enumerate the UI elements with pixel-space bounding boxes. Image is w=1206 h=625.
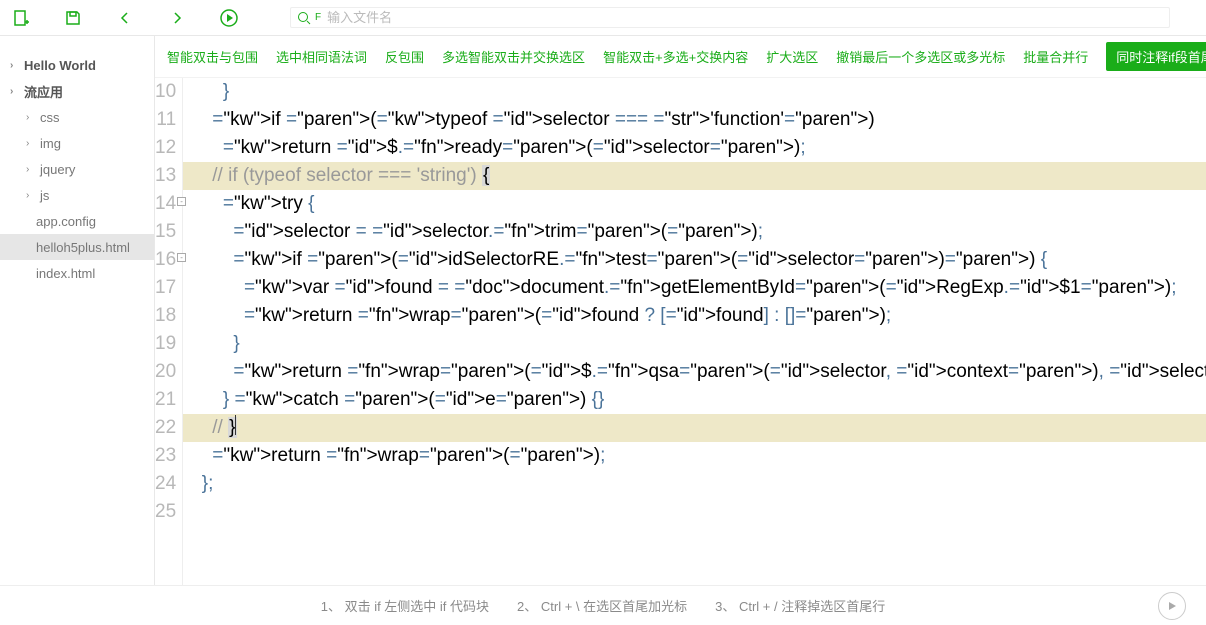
code-lines[interactable]: } ="kw">if ="paren">(="kw">typeof ="id">… [183, 78, 1206, 585]
tree-label: css [40, 110, 60, 125]
code-editor[interactable]: 1011121314-1516-171819202122232425 } ="k… [155, 78, 1206, 585]
tree-label: Hello World [24, 58, 96, 73]
new-file-icon[interactable] [10, 7, 32, 29]
tree-folder-css[interactable]: ›css [0, 104, 154, 130]
tree-folder-jquery[interactable]: ›jquery [0, 156, 154, 182]
tree-label: helloh5plus.html [36, 240, 130, 255]
tree-label: index.html [36, 266, 95, 281]
tree-label: 流应用 [24, 82, 63, 101]
action-join-lines[interactable]: 批量合并行 [1023, 47, 1088, 66]
action-unwrap[interactable]: 反包围 [385, 47, 424, 66]
tip-2: 2、 Ctrl + \ 在选区首尾加光标 [517, 596, 687, 615]
save-icon[interactable] [62, 7, 84, 29]
play-button[interactable] [1158, 592, 1186, 620]
action-undo-multi[interactable]: 撤销最后一个多选区或多光标 [836, 47, 1005, 66]
file-search[interactable]: F [290, 7, 1170, 28]
tree-label: app.config [36, 214, 96, 229]
action-comment-if[interactable]: 同时注释if段首尾 [1106, 42, 1206, 71]
action-bar: 智能双击与包围 选中相同语法词 反包围 多选智能双击并交换选区 智能双击+多选+… [155, 36, 1206, 78]
tree-label: img [40, 136, 61, 151]
tree-folder-js[interactable]: ›js [0, 182, 154, 208]
action-multi-swap[interactable]: 多选智能双击并交换选区 [442, 47, 585, 66]
editor-pane: 智能双击与包围 选中相同语法词 反包围 多选智能双击并交换选区 智能双击+多选+… [155, 36, 1206, 585]
file-tree: ›Hello World ›流应用 ›css ›img ›jquery ›js … [0, 36, 155, 585]
tip-3: 3、 Ctrl + / 注释掉选区首尾行 [715, 596, 885, 615]
tree-label: jquery [40, 162, 75, 177]
project-root-flow[interactable]: ›流应用 [0, 78, 154, 104]
action-select-same[interactable]: 选中相同语法词 [276, 47, 367, 66]
tree-file-appconfig[interactable]: app.config [0, 208, 154, 234]
action-expand-sel[interactable]: 扩大选区 [766, 47, 818, 66]
action-smart-dblclick[interactable]: 智能双击与包围 [167, 47, 258, 66]
search-icon [297, 11, 311, 25]
status-bar: 1、 双击 if 左侧选中 if 代码块 2、 Ctrl + \ 在选区首尾加光… [0, 585, 1206, 625]
search-sub-label: F [315, 12, 321, 23]
tree-file-helloh5plus[interactable]: helloh5plus.html [0, 234, 154, 260]
line-gutter: 1011121314-1516-171819202122232425 [155, 78, 183, 585]
run-icon[interactable] [218, 7, 240, 29]
tree-folder-img[interactable]: ›img [0, 130, 154, 156]
tip-1: 1、 双击 if 左侧选中 if 代码块 [321, 596, 489, 615]
tree-file-index[interactable]: index.html [0, 260, 154, 286]
nav-back-icon[interactable] [114, 7, 136, 29]
project-root-hello[interactable]: ›Hello World [0, 52, 154, 78]
tree-label: js [40, 188, 49, 203]
action-smart-multi-swap[interactable]: 智能双击+多选+交换内容 [603, 47, 748, 66]
nav-forward-icon[interactable] [166, 7, 188, 29]
top-toolbar: F [0, 0, 1206, 36]
search-input[interactable] [327, 10, 1163, 25]
